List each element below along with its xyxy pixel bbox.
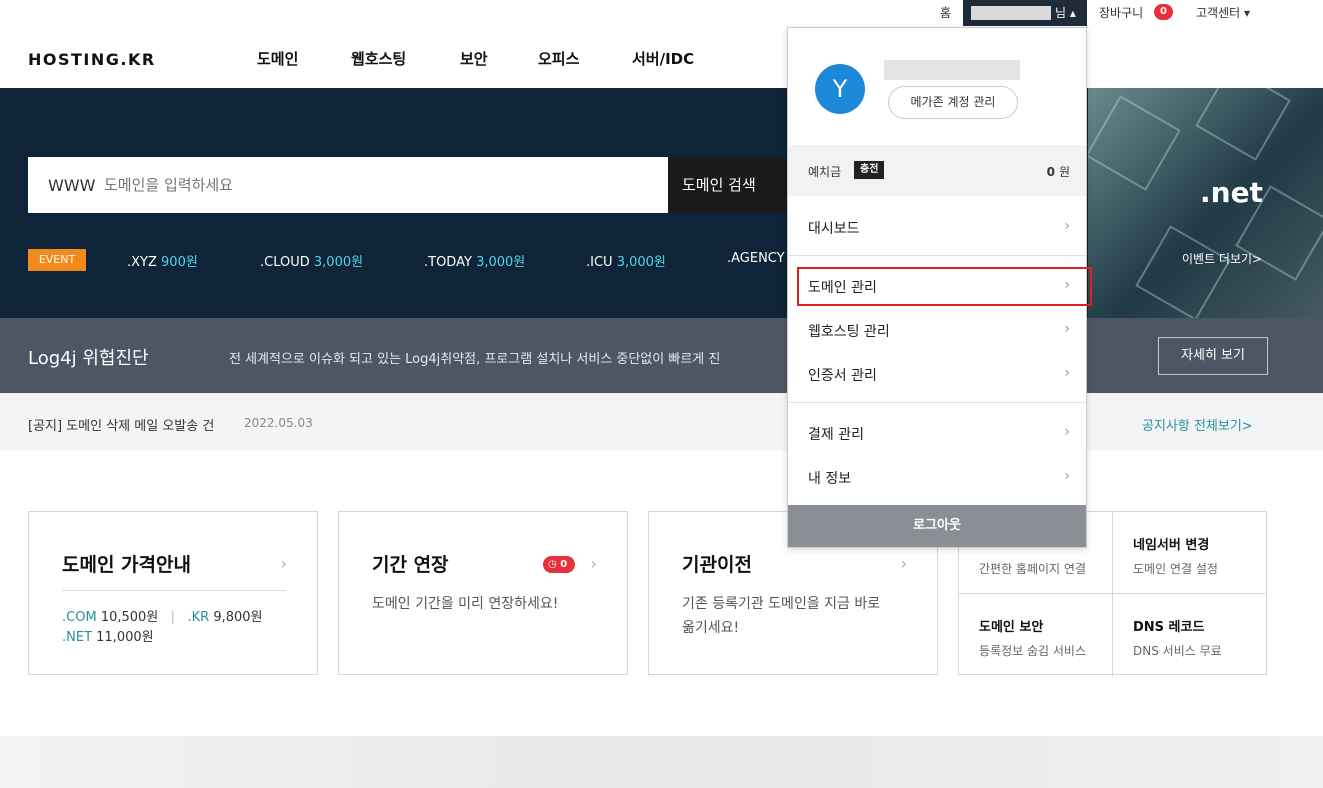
domain-search-input[interactable]: [104, 173, 644, 197]
menu-my-info[interactable]: 내 정보 ›: [788, 455, 1086, 499]
card-title: 기간 연장: [372, 554, 449, 576]
clock-icon-badge: ◷ 0: [543, 556, 575, 573]
log4j-desc: 전 세계적으로 이슈화 되고 있는 Log4j취약점, 프로그램 설치나 서비스…: [229, 352, 721, 367]
card-renew[interactable]: 기간 연장 ◷ 0 › 도메인 기간을 미리 연장하세요!: [338, 511, 628, 675]
deposit-amount: 0원: [1046, 165, 1070, 179]
menu-certificate-manage[interactable]: 인증서 관리 ›: [788, 352, 1086, 396]
search-prefix: WWW: [48, 176, 96, 195]
notice-date: 2022.05.03: [244, 416, 313, 430]
card-desc: 기존 등록기관 도메인을 지금 바로 옮기세요!: [682, 596, 881, 636]
chevron-right-icon: ›: [900, 554, 907, 573]
ext-xyz[interactable]: .XYZ 900원: [127, 251, 198, 270]
nav-webhosting[interactable]: 웹호스팅: [351, 48, 406, 69]
divider: [788, 402, 1086, 403]
card-title: 기관이전: [682, 554, 752, 576]
nav-server-idc[interactable]: 서버/IDC: [632, 48, 694, 69]
charge-button[interactable]: 충전: [854, 161, 885, 179]
menu-payment-manage[interactable]: 결제 관리 ›: [788, 411, 1086, 455]
nav-office[interactable]: 오피스: [538, 48, 579, 69]
utility-bar: 홈 님 ▴ 장바구니 0 고객센터 ▾: [0, 0, 1323, 26]
menu-dashboard[interactable]: 대시보드 ›: [788, 205, 1086, 249]
divider: [788, 255, 1086, 256]
card-title: 도메인 가격안내: [62, 554, 191, 576]
notice-all-link[interactable]: 공지사항 전체보기>: [1142, 415, 1253, 434]
ext-today[interactable]: .TODAY 3,000원: [424, 251, 525, 270]
log4j-detail-button[interactable]: 자세히 보기: [1158, 337, 1268, 375]
cart-count-badge: 0: [1154, 4, 1173, 20]
chevron-right-icon: ›: [1064, 424, 1070, 440]
bottom-band: [0, 736, 1323, 788]
account-manage-button[interactable]: 메가존 계정 관리: [888, 86, 1018, 119]
event-banner[interactable]: .net 이벤트 더보기>: [1088, 88, 1323, 318]
ext-cloud[interactable]: .CLOUD 3,000원: [260, 251, 363, 270]
service-domain-security[interactable]: 도메인 보안 등록정보 숨김 서비스: [959, 594, 1113, 676]
nav-domain[interactable]: 도메인: [257, 48, 298, 69]
chevron-right-icon: ›: [1064, 321, 1070, 337]
logout-button[interactable]: 로그아웃: [788, 505, 1086, 547]
log4j-banner: Log4j 위협진단 전 세계적으로 이슈화 되고 있는 Log4j취약점, 프…: [0, 318, 1323, 393]
event-badge: EVENT: [28, 249, 86, 271]
chevron-right-icon: ›: [1064, 365, 1070, 381]
avatar: Y: [815, 64, 865, 114]
service-nameserver[interactable]: 네임서버 변경 도메인 연결 설정: [1113, 512, 1267, 594]
nav-security[interactable]: 보안: [460, 48, 488, 69]
banner-net-text: .net: [1200, 176, 1263, 209]
ext-icu[interactable]: .ICU 3,000원: [586, 251, 666, 270]
user-name-masked: [971, 6, 1051, 20]
customer-center-link[interactable]: 고객센터 ▾: [1196, 4, 1250, 21]
user-suffix: 님 ▴: [1055, 6, 1076, 20]
notice-bar: [공지] 도메인 삭제 메일 오발송 건 2022.05.03 공지사항 전체보…: [0, 393, 1323, 451]
domain-search-button[interactable]: 도메인 검색: [668, 157, 788, 213]
card-domain-price[interactable]: 도메인 가격안내 › .COM 10,500원 | .KR 9,800원 .NE…: [28, 511, 318, 675]
log4j-title: Log4j 위협진단: [28, 348, 149, 369]
ext-agency[interactable]: .AGENCY: [727, 251, 785, 266]
event-more-link[interactable]: 이벤트 더보기>: [1182, 250, 1262, 267]
chevron-right-icon: ›: [590, 554, 597, 573]
menu-webhosting-manage[interactable]: 웹호스팅 관리 ›: [788, 308, 1086, 352]
cart-link[interactable]: 장바구니: [1099, 4, 1143, 21]
service-dns-record[interactable]: DNS 레코드 DNS 서비스 무료: [1113, 594, 1267, 676]
price-list: .COM 10,500원 | .KR 9,800원 .NET 11,000원: [62, 610, 263, 645]
home-link[interactable]: 홈: [940, 4, 951, 21]
domain-search-box: WWW: [28, 157, 668, 213]
divider: [62, 590, 286, 591]
highlight-box: [797, 267, 1092, 306]
user-dropdown-panel: Y 메가존 계정 관리 예치금 충전 0원 대시보드 › 도메인 관리 › 웹호스팅…: [787, 27, 1092, 548]
deposit-label: 예치금: [808, 165, 842, 179]
site-logo[interactable]: HOSTING.KR: [28, 50, 156, 69]
card-desc: 도메인 기간을 미리 연장하세요!: [372, 596, 559, 612]
notice-text[interactable]: [공지] 도메인 삭제 메일 오발송 건: [28, 415, 214, 434]
chevron-right-icon: ›: [280, 554, 287, 573]
user-name-masked: [884, 60, 1020, 80]
chevron-right-icon: ›: [1064, 218, 1070, 234]
deposit-row: 예치금 충전 0원: [788, 145, 1086, 196]
chevron-right-icon: ›: [1064, 468, 1070, 484]
